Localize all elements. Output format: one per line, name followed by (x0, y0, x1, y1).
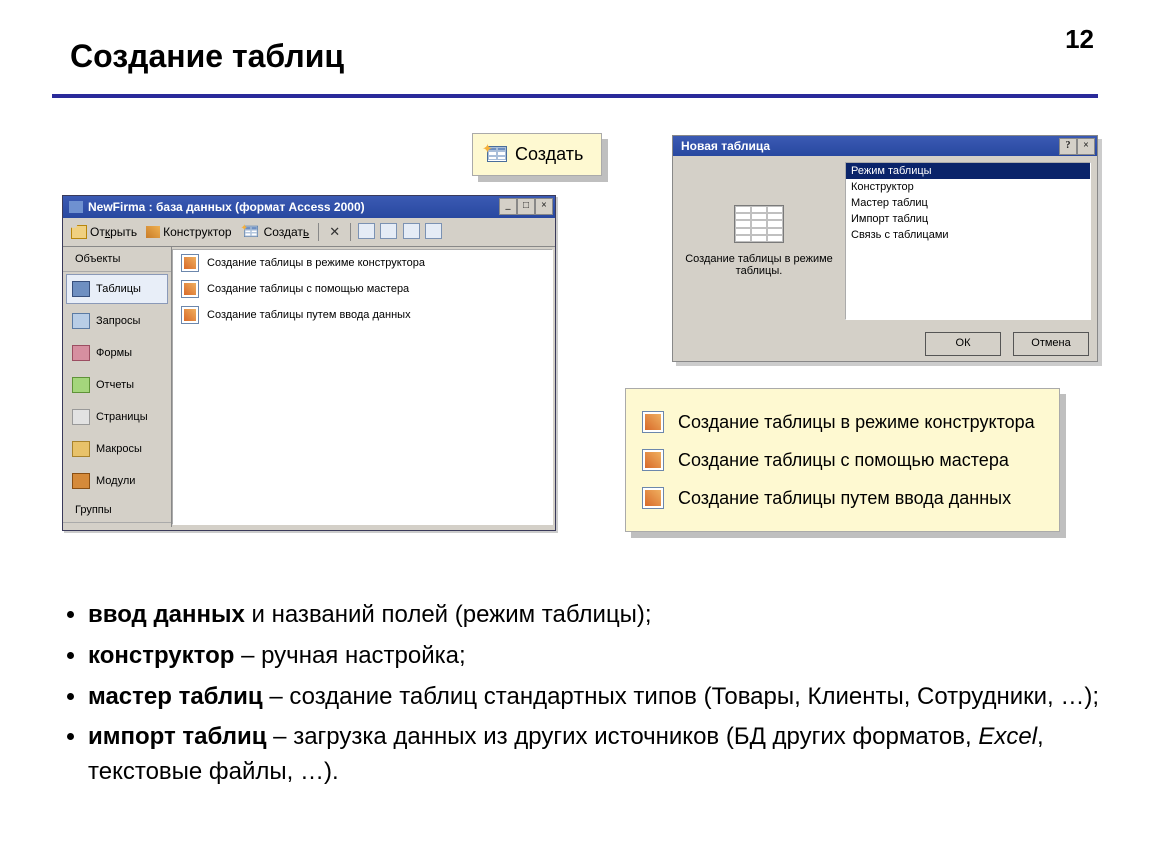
access-database-window: NewFirma : база данных (формат Access 20… (62, 195, 556, 531)
new-icon: ✦ (244, 226, 258, 239)
module-icon (72, 473, 90, 489)
macro-icon (72, 441, 90, 457)
bullet-item: конструктор – ручная настройка; (88, 639, 1150, 674)
view-large-icon[interactable] (358, 223, 375, 239)
callout-create-text: Создать (515, 144, 583, 165)
delete-button[interactable]: ✕ (325, 224, 344, 240)
minimize-button[interactable]: _ (499, 198, 517, 215)
list-item[interactable]: Создание таблицы в режиме конструктора (173, 250, 552, 276)
objects-header[interactable]: Объекты (63, 247, 171, 272)
new-table-icon: ✦ (487, 146, 507, 164)
callout-create-button: ✦ Создать (472, 133, 602, 176)
view-list-icon[interactable] (403, 223, 420, 239)
access-toolbar: Открыть Конструктор ✦ Создать ✕ (63, 218, 555, 247)
list-item[interactable]: Создание таблицы путем ввода данных (173, 302, 552, 328)
help-button[interactable]: ? (1059, 138, 1077, 155)
view-icons[interactable] (357, 223, 443, 242)
sidebar-item-tables[interactable]: Таблицы (66, 274, 168, 304)
wizard-icon (181, 254, 199, 272)
bullet-item: мастер таблиц – создание таблиц стандарт… (88, 680, 1150, 715)
page-icon (72, 409, 90, 425)
window-title: NewFirma : база данных (формат Access 20… (88, 200, 365, 214)
dialog-preview: Создание таблицы в режиме таблицы. (679, 162, 839, 320)
page-number: 12 (1065, 24, 1094, 55)
wizard-icon (642, 449, 664, 471)
view-details-icon[interactable] (425, 223, 442, 239)
dialog-titlebar[interactable]: Новая таблица ? × (673, 136, 1097, 156)
wizard-icon (181, 306, 199, 324)
sidebar-item-macros[interactable]: Макросы (66, 434, 168, 464)
sidebar-item-forms[interactable]: Формы (66, 338, 168, 368)
list-item[interactable]: Создание таблицы с помощью мастера (173, 276, 552, 302)
query-icon (72, 313, 90, 329)
sidebar-item-pages[interactable]: Страницы (66, 402, 168, 432)
wizard-icon (181, 280, 199, 298)
wizard-icon (642, 487, 664, 509)
toolbar-design[interactable]: Конструктор (143, 223, 234, 241)
callout-wizard-list: Создание таблицы в режиме конструктора С… (625, 388, 1060, 532)
dialog-title: Новая таблица (681, 139, 770, 153)
sidebar-item-reports[interactable]: Отчеты (66, 370, 168, 400)
callout-row: Создание таблицы путем ввода данных (642, 479, 1035, 517)
ok-button[interactable]: ОК (925, 332, 1001, 356)
groups-header[interactable]: Группы (63, 498, 171, 523)
option-wizard[interactable]: Мастер таблиц (846, 195, 1090, 211)
cancel-button[interactable]: Отмена (1013, 332, 1089, 356)
wizard-icon (642, 411, 664, 433)
design-icon (146, 226, 160, 238)
bullet-item: ввод данных и названий полей (режим табл… (88, 598, 1150, 633)
dialog-options-list[interactable]: Режим таблицы Конструктор Мастер таблиц … (845, 162, 1091, 320)
option-link[interactable]: Связь с таблицами (846, 227, 1090, 243)
objects-list: Создание таблицы в режиме конструктора С… (172, 249, 553, 525)
maximize-button[interactable]: □ (517, 198, 535, 215)
page-title: Создание таблиц (70, 38, 344, 75)
preview-text: Создание таблицы в режиме таблицы. (679, 253, 839, 277)
option-datasheet[interactable]: Режим таблицы (846, 163, 1090, 179)
option-import[interactable]: Импорт таблиц (846, 211, 1090, 227)
callout-row: Создание таблицы в режиме конструктора (642, 403, 1035, 441)
preview-table-icon (734, 205, 784, 243)
report-icon (72, 377, 90, 393)
close-button[interactable]: × (535, 198, 553, 215)
objects-sidebar: Объекты Таблицы Запросы Формы Отчеты Стр… (63, 247, 172, 527)
new-table-dialog: Новая таблица ? × Создание таблицы в реж… (672, 135, 1098, 362)
toolbar-open[interactable]: Открыть (68, 223, 140, 241)
callout-row: Создание таблицы с помощью мастера (642, 441, 1035, 479)
window-titlebar[interactable]: NewFirma : база данных (формат Access 20… (63, 196, 555, 218)
open-icon (71, 225, 87, 239)
form-icon (72, 345, 90, 361)
sidebar-item-modules[interactable]: Модули (66, 466, 168, 496)
view-small-icon[interactable] (380, 223, 397, 239)
option-design[interactable]: Конструктор (846, 179, 1090, 195)
table-icon (72, 281, 90, 297)
toolbar-create[interactable]: ✦ Создать (238, 221, 313, 243)
dialog-close-button[interactable]: × (1077, 138, 1095, 155)
app-icon (69, 201, 83, 213)
title-divider (52, 94, 1098, 98)
bullet-list: ввод данных и названий полей (режим табл… (60, 598, 1150, 796)
bullet-item: импорт таблиц – загрузка данных из други… (88, 720, 1150, 790)
sidebar-item-queries[interactable]: Запросы (66, 306, 168, 336)
